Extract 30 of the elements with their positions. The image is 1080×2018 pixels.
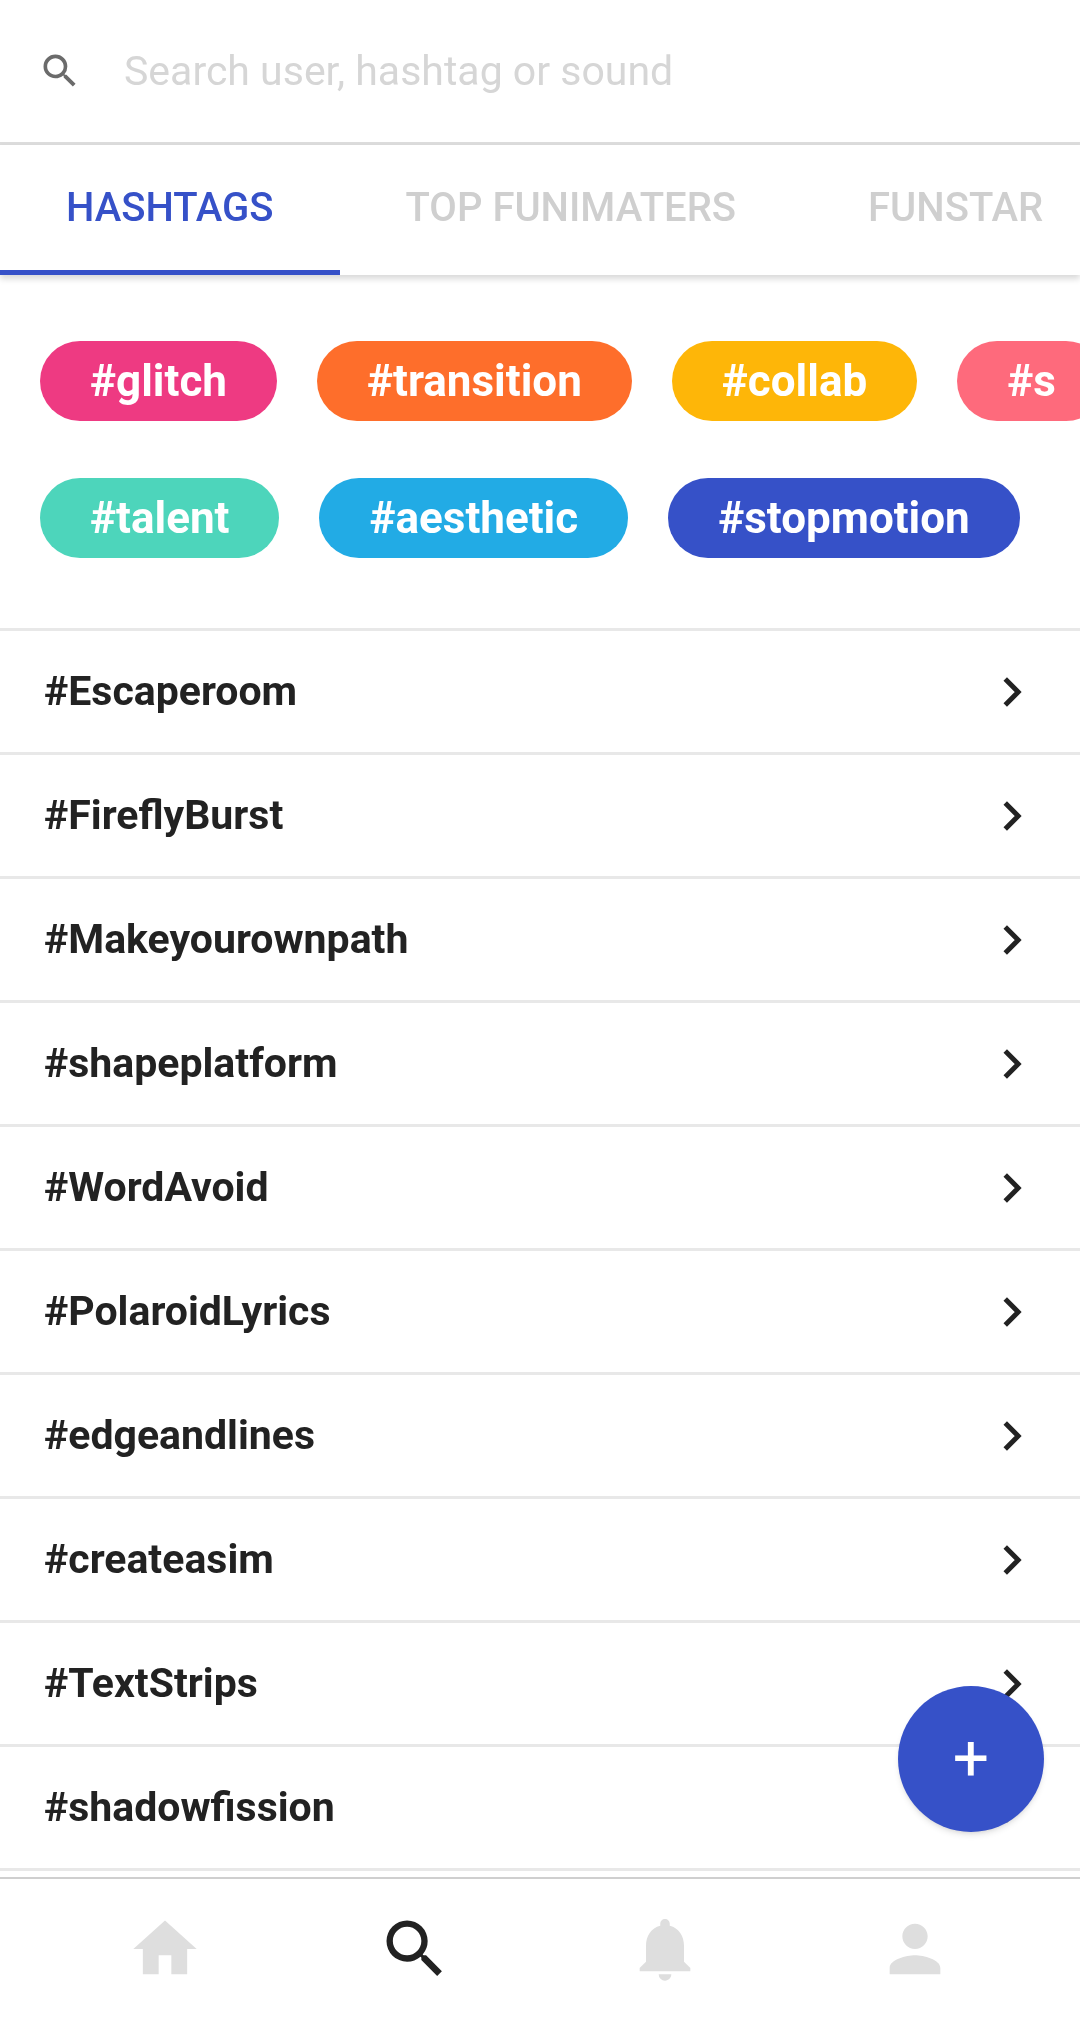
hashtag-name: #FireflyBurst — [44, 789, 285, 841]
chevron-icon — [1002, 1543, 1022, 1576]
hashtag-name: #shadowfission — [44, 1781, 336, 1833]
hashtag-row[interactable]: #Escaperoom — [0, 631, 1080, 755]
hashtag-row[interactable]: #createasim — [0, 1499, 1080, 1623]
chevron-icon — [1002, 1419, 1022, 1452]
hashtag-row[interactable]: #Makeyourownpath — [0, 879, 1080, 1003]
hashtag-name: #createasim — [44, 1533, 275, 1585]
chevron-icon — [1002, 1047, 1022, 1080]
hashtag-chip[interactable]: #glitch — [40, 341, 277, 421]
add-button[interactable]: + — [898, 1686, 1044, 1832]
hashtag-name: #shapeplatform — [44, 1037, 339, 1089]
hashtag-name: #Escaperoom — [44, 665, 299, 717]
hashtag-name: #Makeyourownpath — [44, 913, 410, 965]
tab[interactable]: HASHTAGS — [0, 145, 340, 275]
hashtag-row[interactable]: #edgeandlines — [0, 1375, 1080, 1499]
hashtag-row[interactable]: #PolaroidLyrics — [0, 1251, 1080, 1375]
chevron-icon — [1002, 675, 1022, 708]
hashtag-name: #WordAvoid — [44, 1161, 270, 1213]
chevron-icon — [1002, 799, 1022, 832]
hashtag-name: #TextStrips — [44, 1657, 259, 1709]
hashtag-row[interactable]: #FireflyBurst — [0, 755, 1080, 879]
hashtag-name: #edgeandlines — [44, 1409, 316, 1461]
chevron-icon — [1002, 1295, 1022, 1328]
hashtag-row[interactable]: #WordAvoid — [0, 1127, 1080, 1251]
hashtag-row[interactable]: #shapeplatform — [0, 1003, 1080, 1127]
chevron-icon — [1002, 1171, 1022, 1204]
hashtag-chip[interactable]: #stopmotion — [668, 478, 1020, 558]
hashtag-name: #PolaroidLyrics — [44, 1285, 332, 1337]
chevron-icon — [1002, 923, 1022, 956]
